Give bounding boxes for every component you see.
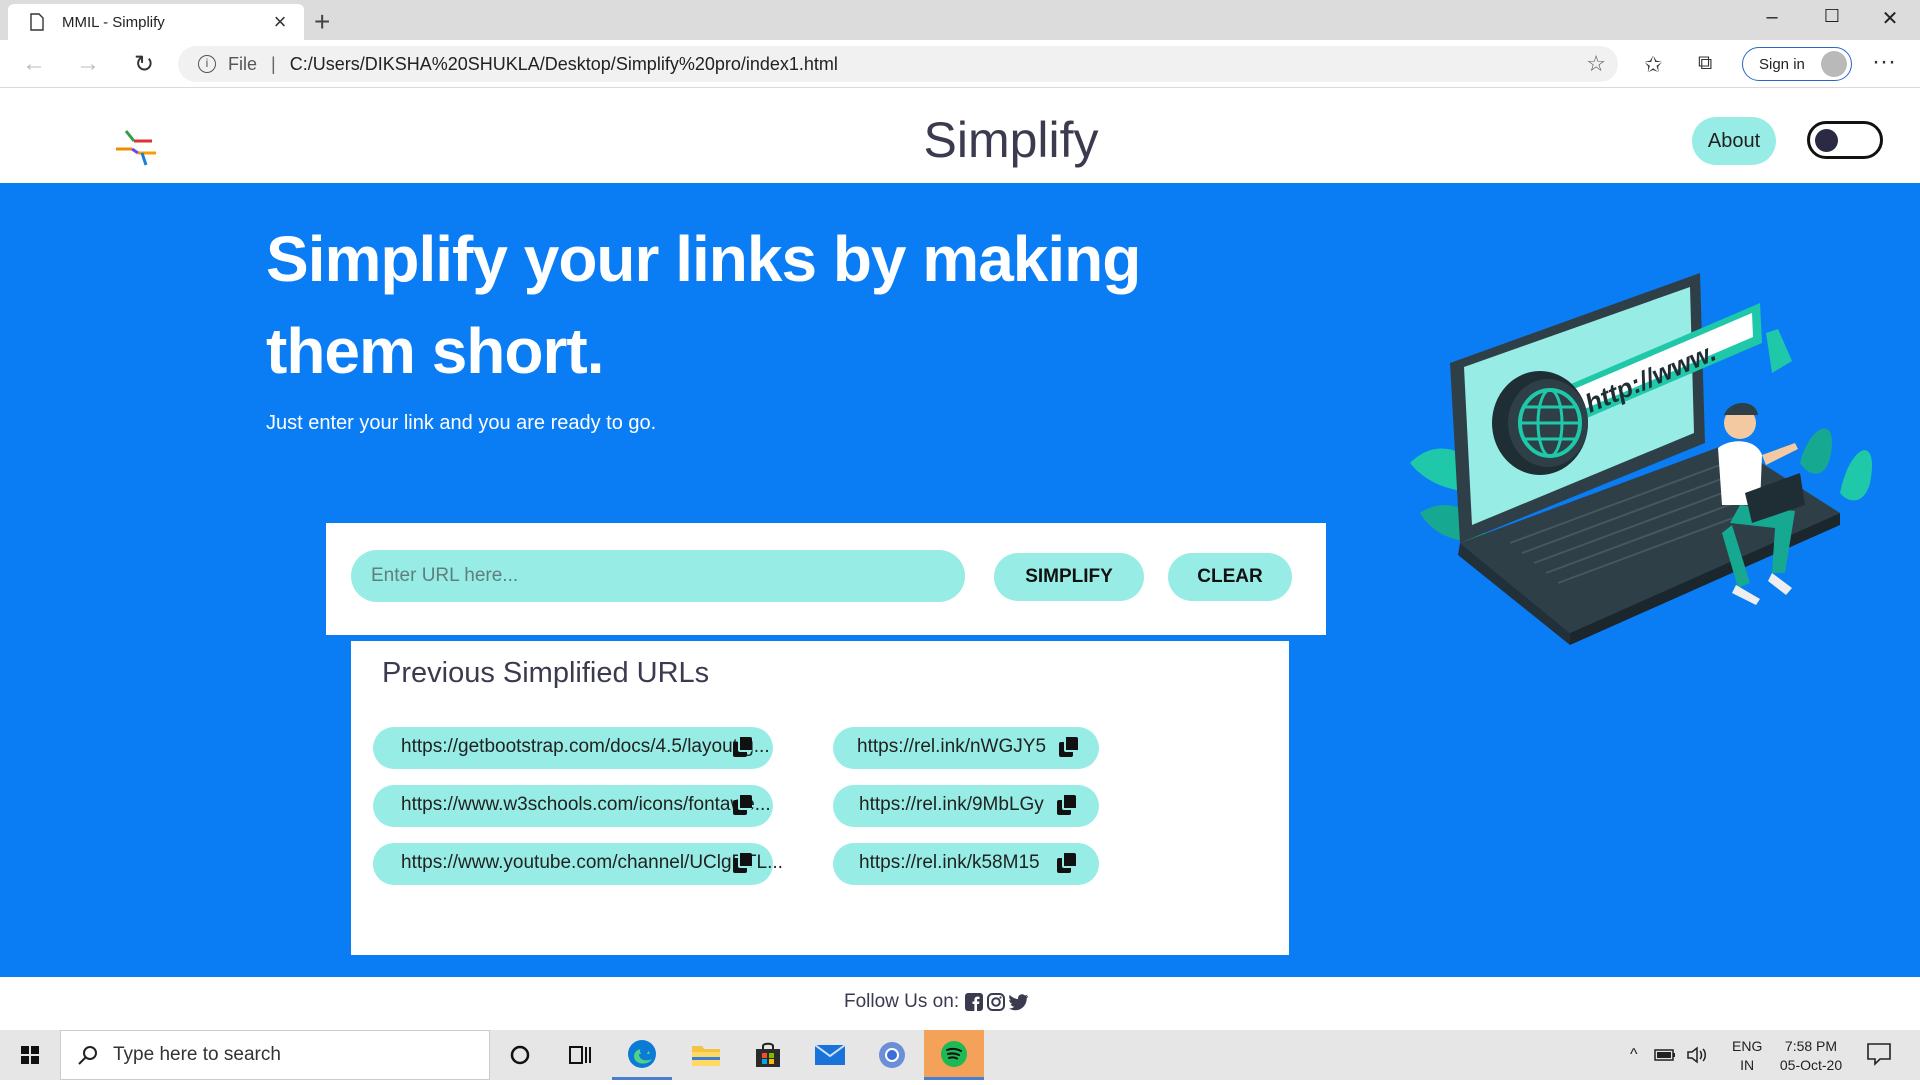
- clock-date: 05-Oct-20: [1779, 1057, 1843, 1073]
- browser-tab-bar: MMIL - Simplify × + – ☐ ✕: [0, 0, 1920, 40]
- short-url-text: https://rel.ink/k58M15: [859, 852, 1040, 873]
- tab-title: MMIL - Simplify: [62, 13, 165, 31]
- hero-subtitle: Just enter your link and you are ready t…: [266, 412, 657, 434]
- minimize-button[interactable]: –: [1752, 6, 1792, 34]
- history-original-url[interactable]: https://getbootstrap.com/docs/4.5/layout…: [373, 727, 773, 769]
- short-url-text: https://rel.ink/nWGJY5: [857, 736, 1047, 757]
- url-separator: |: [271, 53, 276, 74]
- file-explorer-icon[interactable]: [676, 1030, 736, 1080]
- page-footer: Follow Us on:: [0, 977, 1920, 1029]
- clear-button[interactable]: CLEAR: [1168, 553, 1292, 601]
- url-scheme-label: File: [228, 53, 258, 74]
- hero-heading: Simplify your links by making them short…: [266, 223, 1141, 387]
- spotify-icon[interactable]: [924, 1030, 984, 1080]
- store-icon[interactable]: [738, 1030, 798, 1080]
- clock-time: 7:58 PM: [1784, 1038, 1838, 1054]
- original-url-text: https://getbootstrap.com/docs/4.5/layout…: [401, 736, 770, 757]
- tab-close-button[interactable]: ×: [268, 9, 292, 35]
- favorites-icon[interactable]: ✩: [1644, 52, 1662, 78]
- instagram-icon[interactable]: [987, 993, 1006, 1011]
- site-header: Simplify About: [0, 89, 1920, 183]
- copy-icon[interactable]: [733, 737, 753, 757]
- search-placeholder: Type here to search: [113, 1044, 281, 1065]
- hero-section: Simplify your links by making them short…: [0, 183, 1920, 977]
- history-short-url[interactable]: https://rel.ink/nWGJY5: [833, 727, 1099, 769]
- chrome-icon[interactable]: [862, 1030, 922, 1080]
- url-text[interactable]: C:/Users/DIKSHA%20SHUKLA/Desktop/Simplif…: [290, 54, 1587, 75]
- copy-icon[interactable]: [733, 853, 753, 873]
- short-url-text: https://rel.ink/9MbLGy: [859, 794, 1044, 815]
- history-short-url[interactable]: https://rel.ink/9MbLGy: [833, 785, 1099, 827]
- copy-icon[interactable]: [733, 795, 753, 815]
- search-icon: [78, 1046, 97, 1065]
- address-bar-row: ← → ↻ i File | C:/Users/DIKSHA%20SHUKLA/…: [0, 40, 1920, 88]
- language-indicator[interactable]: ENG IN: [1732, 1037, 1762, 1075]
- history-panel: Previous Simplified URLs https://getboot…: [351, 641, 1289, 955]
- toggle-knob: [1815, 129, 1838, 152]
- cortana-icon[interactable]: [490, 1030, 550, 1080]
- language-code: ENG: [1732, 1038, 1763, 1054]
- original-url-text: https://www.youtube.com/channel/UClgRTL.…: [401, 852, 783, 873]
- refresh-icon[interactable]: ↻: [128, 50, 160, 78]
- follow-us: Follow Us on:: [844, 991, 1029, 1013]
- close-window-button[interactable]: ✕: [1870, 6, 1910, 34]
- history-short-url[interactable]: https://rel.ink/k58M15: [833, 843, 1099, 885]
- mail-icon[interactable]: [800, 1030, 860, 1080]
- copy-icon[interactable]: [1057, 795, 1077, 815]
- address-bar[interactable]: i File | C:/Users/DIKSHA%20SHUKLA/Deskto…: [178, 46, 1618, 82]
- history-title: Previous Simplified URLs: [382, 657, 710, 689]
- system-tray: ^: [1630, 1030, 1708, 1080]
- about-button[interactable]: About: [1692, 117, 1776, 165]
- copy-icon[interactable]: [1057, 853, 1077, 873]
- laptop-illustration: http://www.: [1410, 273, 1873, 645]
- back-icon[interactable]: ←: [18, 50, 50, 78]
- start-button[interactable]: [0, 1030, 60, 1080]
- url-form: SIMPLIFY CLEAR: [326, 523, 1326, 635]
- battery-icon[interactable]: [1653, 1049, 1676, 1061]
- taskbar-search[interactable]: Type here to search: [60, 1030, 490, 1080]
- sign-in-label: Sign in: [1759, 55, 1805, 73]
- history-original-url[interactable]: https://www.w3schools.com/icons/fontawe.…: [373, 785, 773, 827]
- browser-tab[interactable]: MMIL - Simplify ×: [8, 4, 304, 40]
- simplify-button[interactable]: SIMPLIFY: [994, 553, 1144, 601]
- collections-icon[interactable]: ⧉: [1698, 52, 1712, 75]
- taskbar-clock[interactable]: 7:58 PM 05-Oct-20: [1776, 1037, 1846, 1075]
- follow-label: Follow Us on:: [844, 991, 960, 1012]
- forward-icon[interactable]: →: [72, 50, 104, 78]
- twitter-icon[interactable]: [1009, 993, 1029, 1011]
- windows-taskbar: Type here to search ^ ENG IN 7:58 PM 05-…: [0, 1030, 1920, 1080]
- facebook-icon[interactable]: [965, 993, 984, 1011]
- windows-logo-icon: [21, 1046, 39, 1064]
- url-input[interactable]: [351, 550, 965, 602]
- region-code: IN: [1740, 1057, 1755, 1073]
- notification-center-icon[interactable]: [1866, 1042, 1892, 1066]
- edge-browser-icon[interactable]: [612, 1030, 672, 1080]
- task-view-icon[interactable]: [550, 1030, 610, 1080]
- favorite-star-icon[interactable]: ☆: [1586, 51, 1606, 77]
- site-title: Simplify: [923, 112, 1099, 168]
- original-url-text: https://www.w3schools.com/icons/fontawe.…: [401, 794, 771, 815]
- sign-in-button[interactable]: Sign in: [1742, 47, 1852, 81]
- dark-mode-toggle[interactable]: [1807, 121, 1883, 159]
- info-icon[interactable]: i: [198, 55, 216, 73]
- page-icon: [30, 13, 44, 31]
- maximize-button[interactable]: ☐: [1812, 6, 1852, 34]
- history-original-url[interactable]: https://www.youtube.com/channel/UClgRTL.…: [373, 843, 783, 885]
- chevron-up-icon[interactable]: ^: [1630, 1046, 1638, 1064]
- profile-avatar-icon: [1821, 51, 1847, 77]
- volume-icon[interactable]: [1686, 1046, 1708, 1064]
- copy-icon[interactable]: [1059, 737, 1079, 757]
- new-tab-button[interactable]: +: [314, 6, 330, 38]
- more-options-icon[interactable]: ···: [1872, 48, 1896, 76]
